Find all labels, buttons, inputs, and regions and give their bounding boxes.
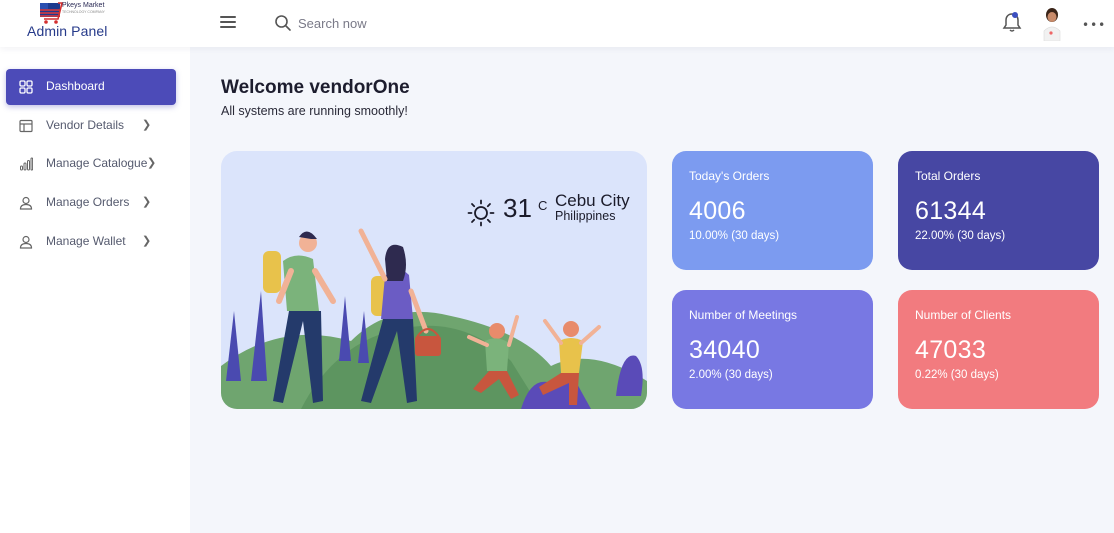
notification-button[interactable] (1001, 10, 1023, 34)
sidebar: Dashboard Vendor Details ❯ Manage Catalo… (0, 47, 190, 533)
stat-value: 61344 (915, 197, 987, 225)
stat-label: Number of Clients (915, 308, 1012, 322)
hamburger-icon (220, 16, 236, 18)
page-subtitle: All systems are running smoothly! (221, 104, 408, 118)
notification-dot (1012, 12, 1018, 18)
avatar[interactable] (1041, 5, 1063, 41)
brand-title: Admin Panel (27, 23, 108, 39)
user-icon (19, 196, 33, 210)
search-icon[interactable] (274, 14, 292, 32)
chevron-right-icon: ❯ (142, 196, 152, 208)
sidebar-item-label: Dashboard (46, 79, 105, 93)
stat-card-total-orders[interactable]: Total Orders 61344 22.00% (30 days) (898, 151, 1099, 270)
stat-value: 34040 (689, 336, 761, 364)
temperature-value: 31 (503, 193, 532, 223)
logo-subtext: TECHNOLOGY COMPANY (62, 10, 105, 14)
hamburger-menu-button[interactable] (220, 14, 238, 32)
stat-change: 22.00% (30 days) (915, 230, 1006, 242)
stat-card-number-of-meetings[interactable]: Number of Meetings 34040 2.00% (30 days) (672, 290, 873, 409)
sidebar-item-label: Manage Wallet (46, 234, 126, 248)
stat-label: Total Orders (915, 169, 981, 183)
temperature-unit: C (538, 198, 548, 213)
sun-icon (467, 199, 495, 227)
sidebar-item-vendor-details[interactable]: Vendor Details ❯ (6, 108, 176, 144)
hiking-family-illustration (221, 228, 647, 409)
sidebar-item-label: Manage Catalogue (46, 156, 148, 170)
stat-change: 0.22% (30 days) (915, 369, 999, 381)
top-header: Pkeys Market TECHNOLOGY COMPANY Admin Pa… (0, 0, 1114, 47)
sidebar-item-manage-catalogue[interactable]: Manage Catalogue ❯ (6, 146, 176, 182)
more-options-icon[interactable]: ••• (1082, 18, 1106, 32)
logo-text: Pkeys Market TECHNOLOGY COMPANY (62, 2, 105, 14)
stat-value: 47033 (915, 336, 987, 364)
weather-country: Philippines (555, 209, 616, 223)
search-bar (272, 10, 472, 36)
stat-card-number-of-clients[interactable]: Number of Clients 47033 0.22% (30 days) (898, 290, 1099, 409)
stat-card-todays-orders[interactable]: Today's Orders 4006 10.00% (30 days) (672, 151, 873, 270)
stat-value: 4006 (689, 197, 746, 225)
brand[interactable]: Pkeys Market TECHNOLOGY COMPANY Admin Pa… (0, 0, 190, 47)
search-input[interactable] (298, 12, 468, 34)
page-title: Welcome vendorOne (221, 77, 410, 98)
chevron-right-icon: ❯ (142, 119, 152, 131)
sidebar-item-dashboard[interactable]: Dashboard (6, 69, 176, 105)
chevron-right-icon: ❯ (142, 235, 152, 247)
stat-change: 2.00% (30 days) (689, 369, 773, 381)
weather-card: 31 C Cebu City Philippines (221, 151, 647, 409)
grid-icon (19, 80, 33, 94)
user-icon (19, 235, 33, 249)
stat-label: Today's Orders (689, 169, 770, 183)
sidebar-item-label: Vendor Details (46, 118, 125, 132)
sidebar-item-manage-orders[interactable]: Manage Orders ❯ (6, 185, 176, 221)
weather-city: Cebu City (555, 191, 630, 210)
stat-change: 10.00% (30 days) (689, 230, 780, 242)
chevron-right-icon: ❯ (147, 157, 157, 169)
table-icon (19, 119, 33, 133)
bar-chart-icon (20, 157, 33, 171)
sidebar-item-label: Manage Orders (46, 195, 130, 209)
sidebar-item-manage-wallet[interactable]: Manage Wallet ❯ (6, 224, 176, 260)
stat-label: Number of Meetings (689, 308, 798, 322)
